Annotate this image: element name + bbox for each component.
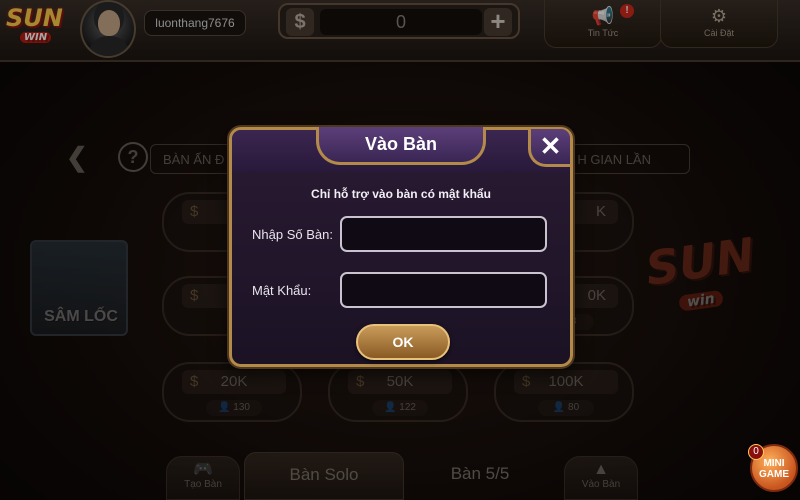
- close-button[interactable]: ✕: [528, 129, 570, 167]
- table-number-label: Nhập Số Bàn:: [252, 227, 333, 242]
- mini-game-line1: MINI: [763, 458, 785, 469]
- ok-button[interactable]: OK: [356, 324, 450, 360]
- game-screen: ❮ ? BÀN ẤN Đ H GIAN LẦN SÂM LỐC $ $K $ $…: [0, 0, 800, 500]
- dialog-subtitle: Chỉ hỗ trợ vào bàn có mật khẩu: [311, 187, 491, 201]
- password-input[interactable]: [340, 272, 547, 308]
- mini-game-badge: 0: [748, 444, 764, 460]
- mini-game-line2: GAME: [759, 469, 789, 480]
- table-number-input[interactable]: [340, 216, 547, 252]
- password-label: Mật Khẩu:: [252, 283, 312, 298]
- join-table-dialog: Vào Bàn ✕ Chỉ hỗ trợ vào bàn có mật khẩu…: [229, 127, 573, 367]
- dialog-title: Vào Bàn: [364, 134, 438, 154]
- close-icon: ✕: [539, 131, 562, 161]
